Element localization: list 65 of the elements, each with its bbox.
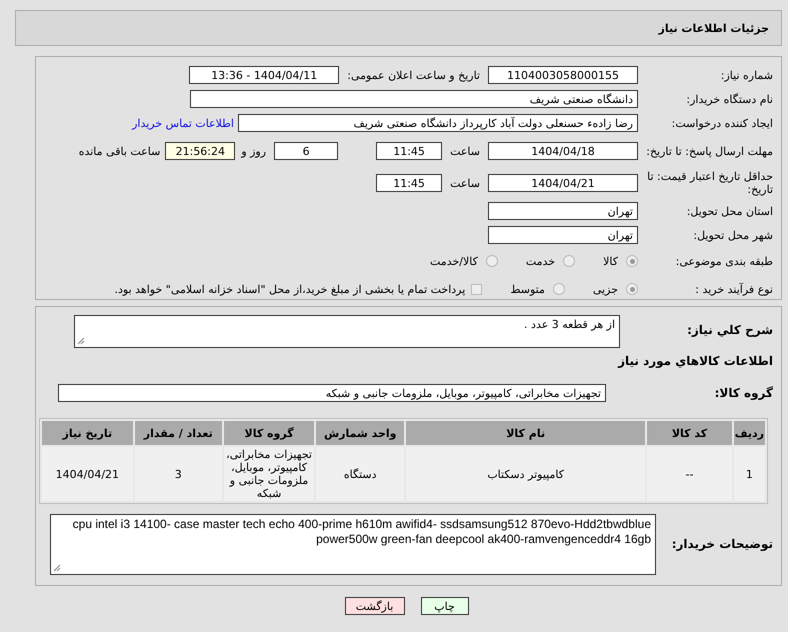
field-label: حداقل تاریخ اعتبار قیمت: تا تاریخ: [646, 170, 773, 196]
field-label: استان محل تحویل: [686, 204, 773, 218]
city-field: تهران [488, 226, 638, 244]
description-field[interactable]: از هر قطعه 3 عدد . [74, 315, 620, 348]
resize-grip-icon[interactable] [53, 564, 61, 572]
radio-button[interactable] [626, 283, 638, 295]
deadline-time-field: 11:45 [376, 142, 442, 160]
option-label: جزیی [592, 282, 618, 296]
back-button[interactable]: بازگشت [344, 597, 404, 615]
province-field: تهران [488, 202, 638, 220]
field-label: گروه کالا: [714, 386, 773, 400]
print-button[interactable]: چاپ [420, 597, 468, 615]
field-label: طبقه بندی موضوعی: [674, 254, 773, 268]
field-label: شماره نیاز: [720, 68, 773, 82]
buyer-notes-field[interactable]: cpu intel i3 14100- case master tech echo 400-prime h610m awifid4- ssdsamsung512 870evo-Hdd2tbwdblue power500w green-fan deepcool ak400-ramvengenceddr4 16gb [50, 514, 656, 575]
column-header: تاریخ نیاز [42, 421, 133, 445]
days-field: 6 [274, 142, 338, 160]
table-cell: کامپیوتر دسکتاب [406, 447, 646, 501]
remaining-label: ساعت باقی مانده [78, 144, 160, 158]
option-label: متوسط [510, 282, 545, 296]
table-cell: 3 [134, 447, 222, 501]
payment-label: پرداخت تمام یا بخشی از مبلغ خرید،از محل "اسناد خزانه اسلامی" خواهد بود. [114, 282, 466, 296]
column-header: ردیف [734, 421, 765, 445]
requester-field: رضا زادهء حسنعلی دولت آباد کارپرداز دانشگاه صنعتی شریف [238, 114, 638, 132]
buyer-contact-link[interactable]: اطلاعات تماس خریدار [132, 116, 234, 130]
table-cell: -- [647, 447, 732, 501]
radio-button[interactable] [563, 255, 576, 267]
column-header: گروه کالا [224, 421, 314, 445]
resize-grip-icon[interactable] [77, 337, 85, 345]
radio-button[interactable] [552, 283, 565, 295]
page-header: جزئیات اطلاعات نیاز [15, 10, 782, 46]
announce-date-field: 1404/04/11 - 13:36 [189, 66, 340, 84]
column-header: تعداد / مقدار [134, 421, 222, 445]
checkbox[interactable] [471, 284, 482, 294]
field-label: نوع فرآیند خرید : [694, 282, 773, 296]
column-header: واحد شمارش [316, 421, 404, 445]
table-cell: 1 [734, 447, 765, 501]
field-label: مهلت ارسال پاسخ: تا تاریخ: [645, 144, 773, 158]
validity-time-field: 11:45 [376, 174, 442, 192]
radio-button[interactable] [626, 255, 638, 267]
table-cell: تجهیزات مخابراتی، کامپیوتر، موبایل، ملزومات جانبی و شبکه [224, 447, 314, 501]
field-label: نام دستگاه خریدار: [685, 92, 773, 106]
option-label: خدمت [526, 254, 556, 268]
time-label: ساعت [450, 144, 480, 158]
radio-button[interactable] [486, 255, 498, 267]
option-label: کالا/خدمت [430, 254, 478, 268]
field-label: توضیحات خریدار: [670, 538, 773, 551]
need-number-field: 1104003058000155 [488, 66, 638, 84]
table-cell: دستگاه [316, 447, 404, 501]
deadline-date-field: 1404/04/18 [488, 142, 638, 160]
time-label: ساعت [450, 176, 480, 190]
column-header: کد کالا [647, 421, 732, 445]
goods-group-field: تجهیزات مخابراتی، کامپیوتر، موبایل، ملزومات جانبی و شبکه [58, 384, 606, 402]
buyer-field: دانشگاه صنعتی شریف [190, 90, 638, 108]
field-label: شرح کلي نياز: [686, 322, 773, 337]
remaining-time-field: 21:56:24 [165, 142, 236, 160]
days-label: روز و [241, 144, 266, 158]
validity-date-field: 1404/04/21 [488, 174, 638, 192]
option-label: کالا [603, 254, 618, 268]
field-label: شهر محل تحویل: [692, 228, 773, 242]
field-label: تاریخ و ساعت اعلان عمومی: [347, 68, 480, 82]
field-label: ایجاد کننده درخواست: [670, 116, 773, 130]
column-header: نام کالا [406, 421, 646, 445]
section-title: اطلاعات کالاهاي مورد نياز [616, 354, 773, 368]
table-cell: 1404/04/21 [42, 447, 133, 501]
